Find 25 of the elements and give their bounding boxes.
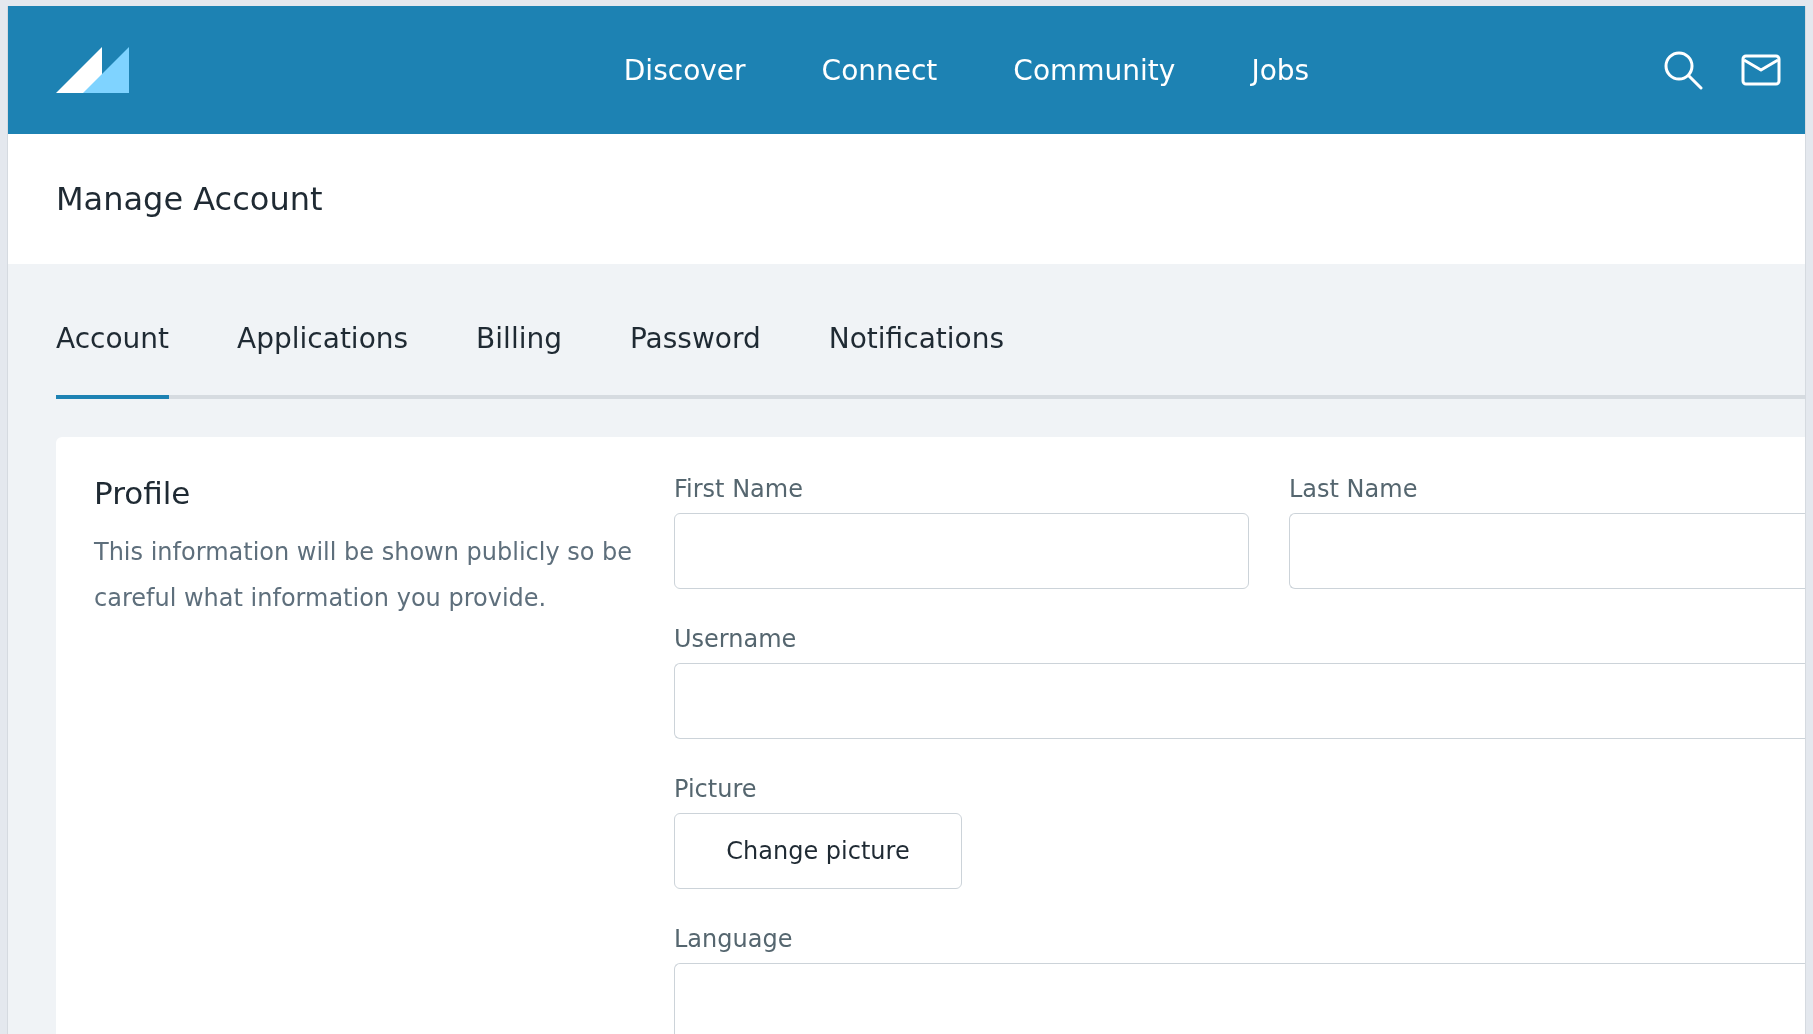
nav-link[interactable]: Jobs — [1251, 53, 1310, 87]
nav-link[interactable]: Community — [1013, 53, 1176, 87]
logo-icon[interactable] — [56, 47, 130, 93]
nav-link[interactable]: Discover — [623, 53, 746, 87]
text-input[interactable] — [1289, 513, 1805, 589]
tab[interactable]: Password — [629, 322, 761, 399]
field-label: Last Name — [1289, 475, 1419, 503]
nav-link[interactable]: Connect — [821, 53, 938, 87]
tab[interactable]: Billing — [476, 322, 562, 399]
change-picture-button[interactable]: Change picture — [674, 813, 962, 889]
text-input[interactable] — [674, 663, 1805, 739]
tab[interactable]: Account — [56, 322, 170, 399]
field-label: First Name — [674, 475, 804, 503]
page-title: Manage Account — [56, 180, 323, 218]
field-label: Language — [674, 925, 794, 953]
tab[interactable]: Applications — [237, 322, 409, 399]
mail-icon[interactable] — [1741, 54, 1781, 86]
section-description: This information will be shown publicly so be careful what information you provide. — [94, 537, 634, 614]
tab[interactable]: Notifications — [828, 322, 1004, 399]
field-label: Username — [674, 625, 798, 653]
field-label: Picture — [674, 775, 758, 803]
section-heading: Profile — [94, 475, 192, 511]
search-icon[interactable] — [1663, 50, 1703, 90]
text-input[interactable] — [674, 513, 1249, 589]
text-input[interactable] — [674, 963, 1805, 1034]
